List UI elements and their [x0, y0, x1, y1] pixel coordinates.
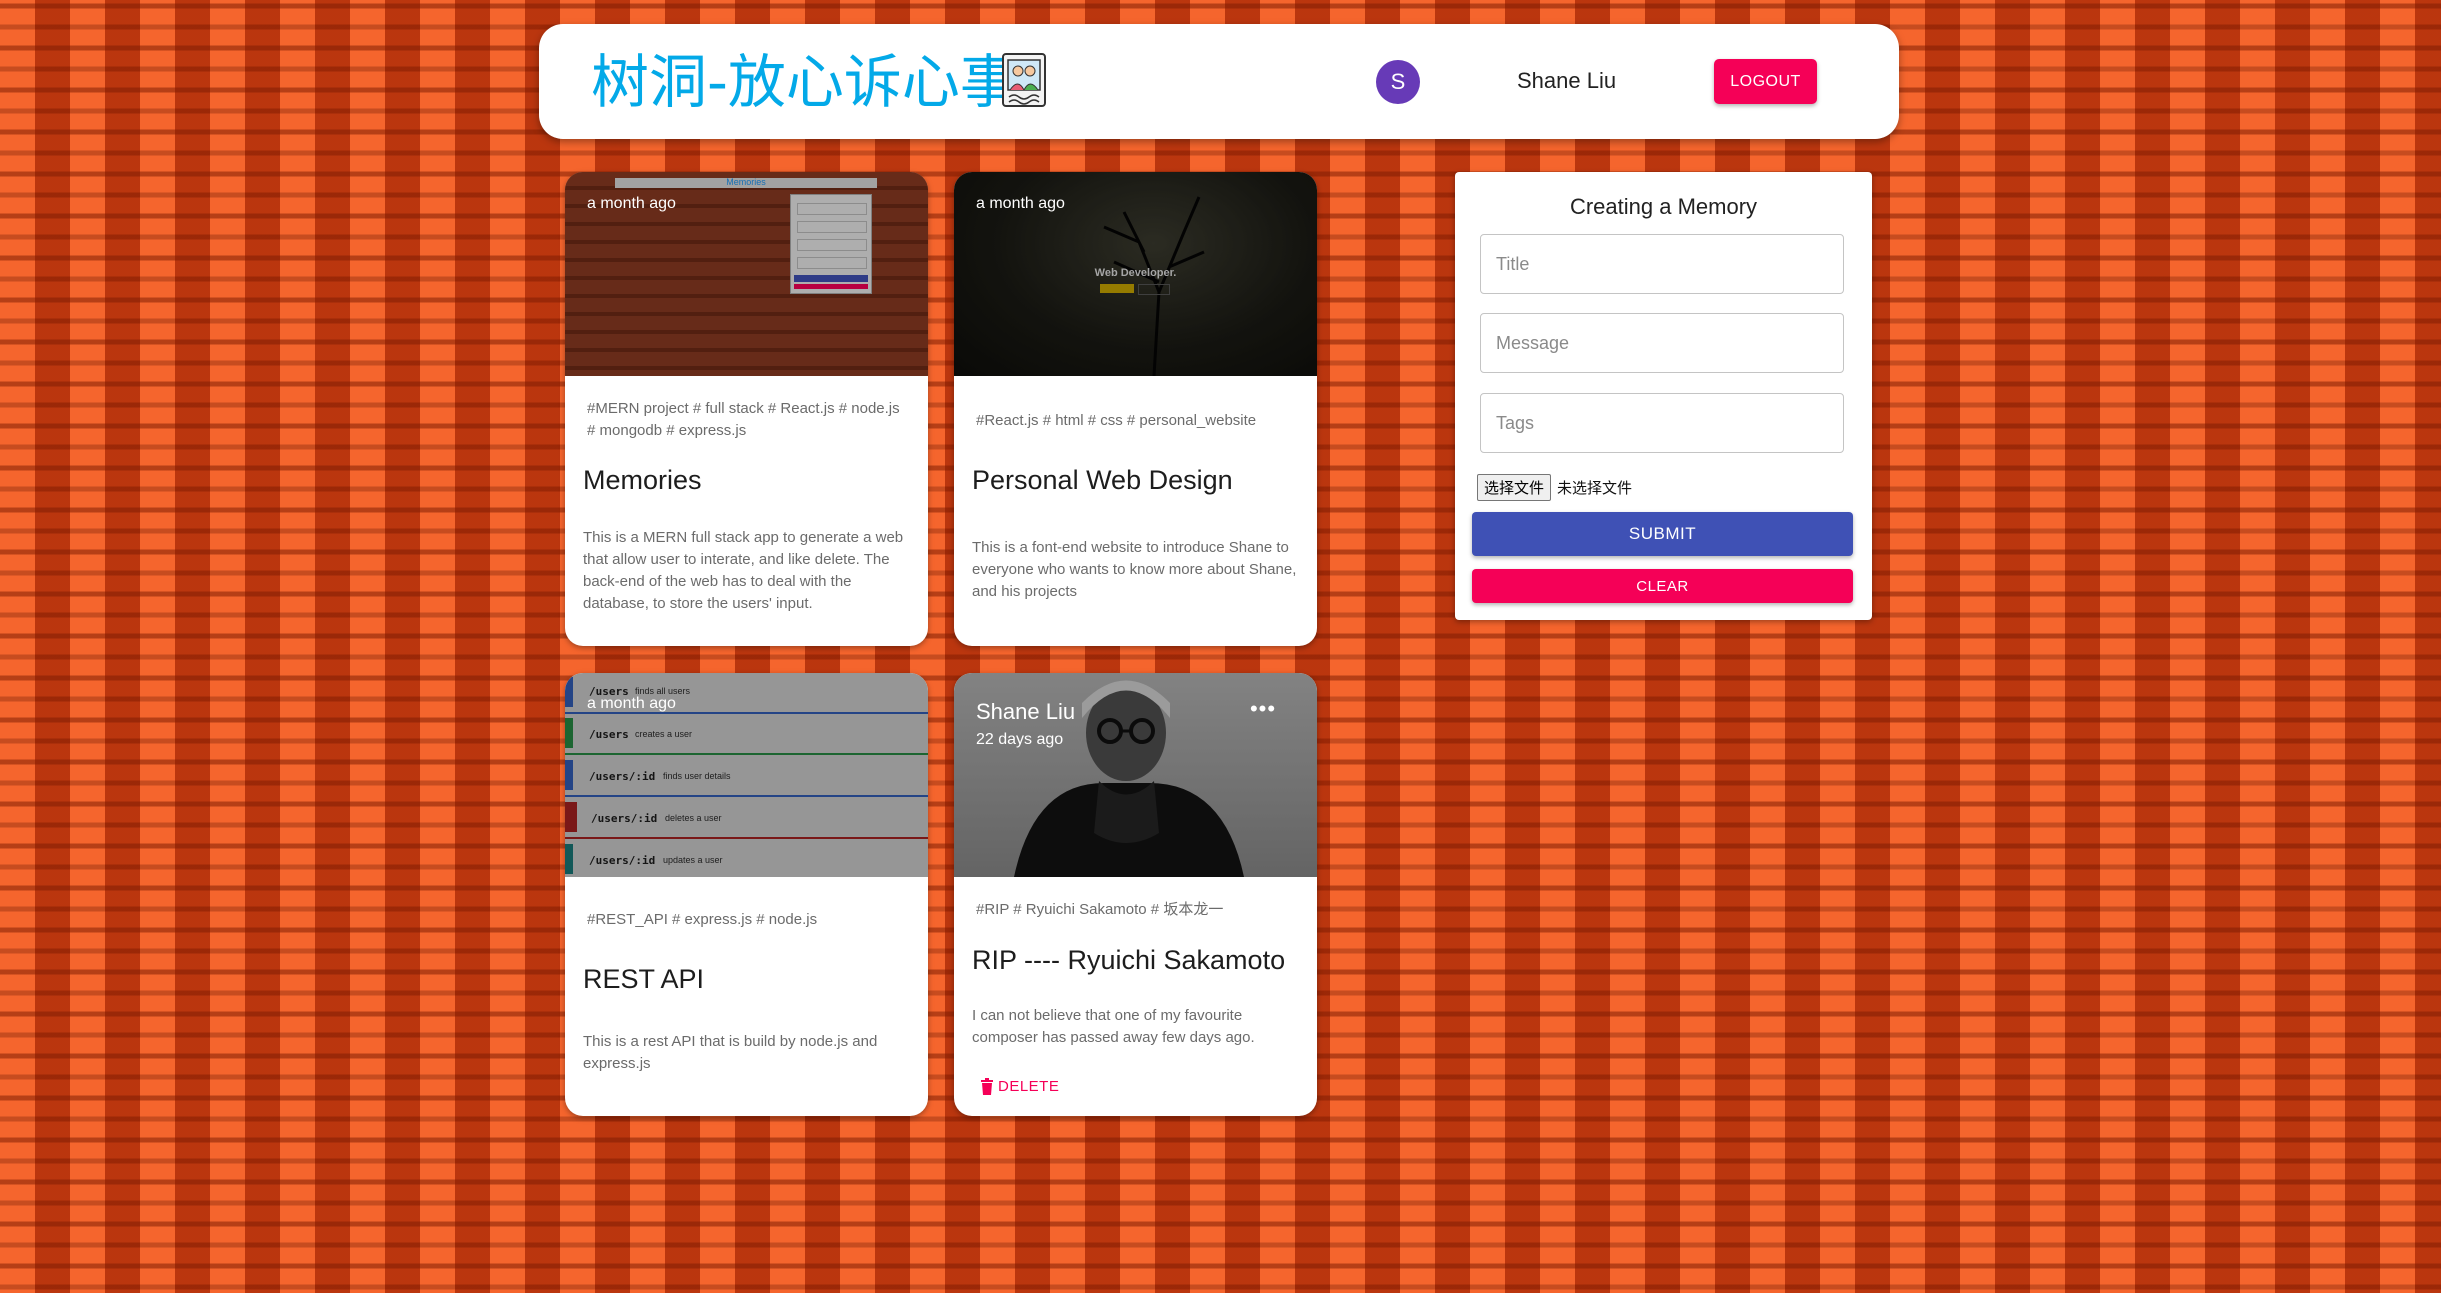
- more-options-icon[interactable]: •••: [1248, 698, 1278, 720]
- form-title: Creating a Memory: [1569, 194, 1758, 219]
- post-image: Shane Liu 22 days ago •••: [954, 673, 1317, 877]
- choose-file-button[interactable]: 选择文件: [1477, 474, 1552, 501]
- post-message: This is a rest API that is build by node…: [583, 1033, 878, 1072]
- message-input[interactable]: [1480, 313, 1844, 373]
- post-message: This is a font-end website to introduce …: [972, 539, 1297, 600]
- post-message: I can not believe that one of my favouri…: [972, 1007, 1255, 1046]
- post-card-memories[interactable]: Memories a month ago #MERN project # ful…: [565, 172, 928, 646]
- post-time: 22 days ago: [976, 731, 1064, 748]
- post-message: This is a MERN full stack app to generat…: [583, 529, 904, 612]
- post-title: Personal Web Design: [972, 465, 1233, 495]
- post-time: a month ago: [587, 195, 676, 212]
- post-tags: #REST_API # express.js # node.js: [587, 911, 818, 928]
- post-title: REST API: [583, 964, 705, 994]
- trash-icon: [981, 1078, 993, 1095]
- tags-input[interactable]: [1480, 393, 1844, 453]
- app-bar: 树洞-放心诉心事 S Shane Liu LOGOUT: [539, 24, 1899, 139]
- post-author: Shane Liu: [976, 699, 1076, 724]
- post-time: a month ago: [587, 695, 676, 712]
- delete-label: DELETE: [998, 1078, 1060, 1095]
- create-memory-form: Creating a Memory 选择文件 未选择文件 SUBMIT CLEA…: [1455, 172, 1872, 620]
- delete-button[interactable]: DELETE: [980, 1078, 1059, 1095]
- post-card-rip[interactable]: Shane Liu 22 days ago ••• #RIP # Ryuichi…: [954, 673, 1317, 1116]
- post-image: /users finds all users /users creates a …: [565, 673, 928, 877]
- brand-title[interactable]: 树洞-放心诉心事: [591, 50, 1018, 114]
- submit-button[interactable]: SUBMIT: [1472, 512, 1853, 556]
- post-card-rest-api[interactable]: /users finds all users /users creates a …: [565, 673, 928, 1116]
- post-time: a month ago: [976, 195, 1065, 212]
- avatar[interactable]: S: [1376, 60, 1420, 104]
- user-name: Shane Liu: [1517, 68, 1617, 93]
- post-image: Web Developer. a month ago: [954, 172, 1317, 376]
- post-card-personal-web[interactable]: Web Developer. a month ago #React.js # h…: [954, 172, 1317, 646]
- post-title: Memories: [583, 465, 702, 495]
- post-image: Memories a month ago: [565, 172, 928, 376]
- logout-button[interactable]: LOGOUT: [1714, 59, 1817, 104]
- file-picker: 选择文件 未选择文件: [1477, 474, 1632, 501]
- post-title: RIP ---- Ryuichi Sakamoto: [972, 945, 1286, 975]
- post-tags: #MERN project # full stack # React.js # …: [587, 400, 900, 439]
- clear-button[interactable]: CLEAR: [1472, 569, 1853, 603]
- title-input[interactable]: [1480, 234, 1844, 294]
- memories-logo-icon: [1002, 53, 1046, 107]
- post-tags: #React.js # html # css # personal_websit…: [976, 412, 1257, 429]
- file-status: 未选择文件: [1557, 479, 1633, 497]
- post-tags: #RIP # Ryuichi Sakamoto # 坂本龙一: [976, 901, 1224, 918]
